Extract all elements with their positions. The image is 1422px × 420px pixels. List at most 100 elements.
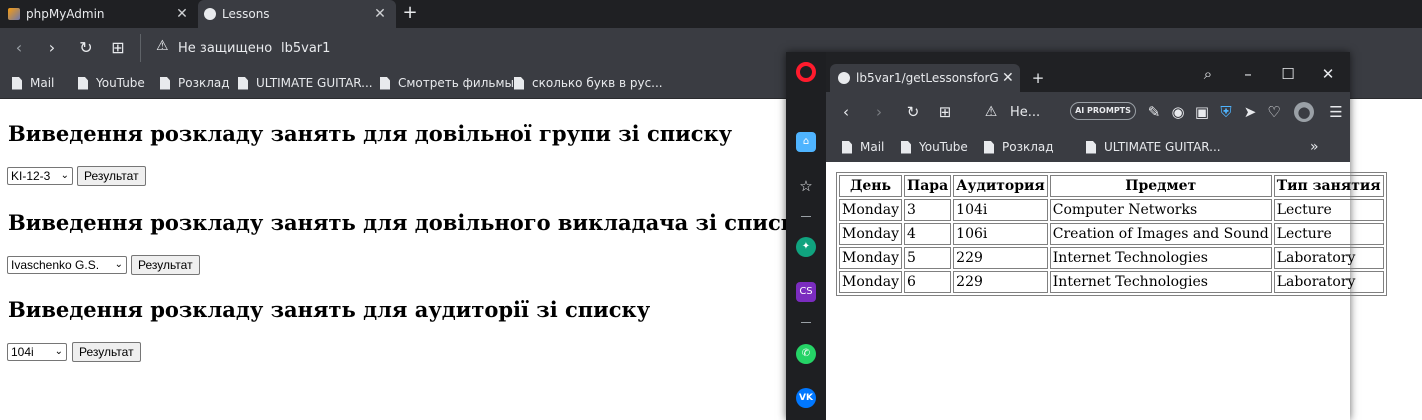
close-window-icon[interactable]: ✕ [1318,64,1338,84]
reload-icon[interactable]: ↻ [76,38,96,58]
forward-icon[interactable]: › [42,38,62,58]
whatsapp-icon[interactable]: ✆ [796,344,816,364]
close-tab-icon[interactable]: ✕ [1002,70,1014,86]
vk-icon[interactable]: VK [796,388,816,408]
bookmark-youtube[interactable]: YouTube [901,139,968,155]
column-header: Аудитория [953,175,1048,197]
bookmark-label: YouTube [919,140,968,154]
address-bar-url[interactable]: lb5var1 [281,41,330,56]
bookmark-ultimate-guitar[interactable]: ULTIMATE GUITAR... [1086,139,1221,155]
bookmark-ultimate-guitar[interactable]: ULTIMATE GUITAR... [238,75,373,91]
table-row: Monday 5 229 Internet Technologies Labor… [839,247,1384,269]
table-cell: 229 [953,247,1048,269]
warning-icon[interactable]: ⚠ [981,102,1001,122]
close-tab-icon[interactable]: ✕ [172,6,192,22]
back-icon[interactable]: ‹ [836,102,856,122]
table-cell: Computer Networks [1049,199,1272,221]
search-icon[interactable]: ⌕ [1198,64,1218,84]
column-header: День [839,175,902,197]
maximize-icon[interactable]: ☐ [1278,64,1298,84]
document-icon [842,140,852,154]
heart-icon[interactable]: ♡ [1264,102,1284,122]
tab-title: phpMyAdmin [26,7,105,21]
table-cell: 5 [904,247,952,269]
opera-window: ⌂ ☆ ✦ CS ✆ VK lb5var1/getLessonsforGroup… [786,52,1387,420]
new-tab-button[interactable]: + [1028,68,1048,88]
send-icon[interactable]: ➤ [1240,102,1260,122]
edit-icon[interactable]: ✎ [1144,102,1164,122]
select-value: KI-12-3 [11,169,51,183]
minimize-icon[interactable]: – [1238,64,1258,84]
profile-avatar-icon[interactable]: ● [1294,102,1314,122]
camera-icon[interactable]: ◉ [1168,102,1188,122]
opera-sidebar: ⌂ ☆ ✦ CS ✆ VK [786,52,826,420]
table-row: Monday 4 106i Creation of Images and Sou… [839,223,1384,245]
security-status[interactable]: Не защищено [178,41,272,56]
group-section-heading: Виведення розкладу занять для довільної … [8,121,733,146]
column-header: Пара [904,175,952,197]
tab-get-lessons[interactable]: lb5var1/getLessonsforGroup ✕ [830,64,1020,92]
table-cell: Monday [839,271,902,293]
more-bookmarks-icon[interactable]: » [1310,139,1319,155]
bookmark-mail[interactable]: Mail [12,75,54,91]
table-cell: 106i [953,223,1048,245]
settings-icon[interactable]: ☰ [1326,102,1346,122]
teacher-select[interactable]: Ivaschenko G.S. ⌄ [7,256,127,274]
group-result-button[interactable]: Результат [77,166,146,186]
bookmark-mail[interactable]: Mail [842,139,884,155]
table-cell: Internet Technologies [1049,271,1272,293]
teacher-result-button[interactable]: Результат [131,255,200,275]
tab-phpmyadmin[interactable]: phpMyAdmin ✕ [0,0,198,28]
forward-icon[interactable]: › [869,102,889,122]
opera-bookmarks-bar: Mail YouTube Розклад ULTIMATE GUITAR... … [826,132,1350,162]
bookmark-label: сколько букв в рус... [532,76,663,90]
address-bar-text[interactable]: Не... [1010,105,1040,120]
bookmark-movies[interactable]: Смотреть фильмы [380,75,514,91]
room-result-button[interactable]: Результат [72,342,141,362]
opera-logo-icon[interactable] [796,62,816,82]
bookmark-youtube[interactable]: YouTube [78,75,145,91]
home-icon[interactable]: ⌂ [796,132,816,152]
document-icon [901,140,911,154]
teacher-section-heading: Виведення розкладу занять для довільного… [8,210,810,235]
room-select[interactable]: 104i ⌄ [7,343,67,361]
back-icon[interactable]: ‹ [9,38,29,58]
warning-icon[interactable]: ⚠ [156,38,169,54]
bookmark-label: Mail [30,76,55,90]
document-icon [238,76,248,90]
reload-icon[interactable]: ↻ [903,102,923,122]
bookmark-rozklad[interactable]: Розклад [984,139,1054,155]
document-icon [12,76,22,90]
group-select[interactable]: KI-12-3 ⌄ [7,167,73,185]
table-cell: Creation of Images and Sound [1049,223,1272,245]
vpn-shield-icon[interactable]: ⛨ [1216,102,1236,122]
star-icon[interactable]: ☆ [796,176,816,196]
table-cell: 3 [904,199,952,221]
document-icon [984,140,994,154]
chatsonic-icon[interactable]: CS [796,282,816,302]
chevron-down-icon: ⌄ [114,259,123,270]
tab-lessons[interactable]: Lessons ✕ [198,0,396,28]
toolbar-separator [140,34,141,62]
opera-page-content: День Пара Аудитория Предмет Тип занятия … [826,162,1387,420]
close-tab-icon[interactable]: ✕ [370,6,390,22]
ai-prompts-button[interactable]: AI PROMPTS [1070,102,1136,120]
globe-icon [204,8,216,20]
screenshot-icon[interactable]: ▣ [1192,102,1212,122]
chatgpt-icon[interactable]: ✦ [796,237,816,257]
sidebar-divider [801,322,811,323]
opera-tab-bar: lb5var1/getLessonsforGroup ✕ + ⌕ – ☐ ✕ [826,52,1350,92]
select-value: 104i [11,345,34,359]
new-tab-button[interactable]: + [400,3,420,23]
table-cell: 104i [953,199,1048,221]
main-tab-bar: phpMyAdmin ✕ Lessons ✕ + [0,0,1422,28]
bookmark-label: Смотреть фильмы [398,76,514,90]
tab-grid-icon[interactable]: ⊞ [935,102,955,122]
bookmark-letters[interactable]: сколько букв в рус... [514,75,663,91]
document-icon [78,76,88,90]
tab-grid-icon[interactable]: ⊞ [108,38,128,58]
bookmark-label: Розклад [178,76,230,90]
bookmark-rozklad[interactable]: Розклад [160,75,230,91]
opera-toolbar: ‹ › ↻ ⊞ ⚠ Не... AI PROMPTS ✎ ◉ ▣ ⛨ ➤ ♡ ●… [826,92,1350,132]
table-row: Monday 6 229 Internet Technologies Labor… [839,271,1384,293]
